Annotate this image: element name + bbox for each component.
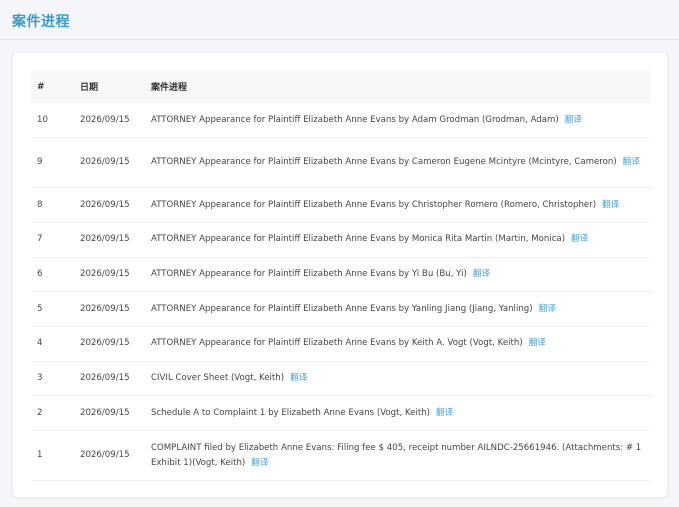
row-desc: ATTORNEY Appearance for Plaintiff Elizab… <box>145 291 651 327</box>
row-desc-text: ATTORNEY Appearance for Plaintiff Elizab… <box>151 338 523 349</box>
row-date: 2026/09/15 <box>74 222 145 258</box>
row-desc: ATTORNEY Appearance for Plaintiff Elizab… <box>145 187 651 223</box>
row-date: 2026/09/15 <box>74 137 145 189</box>
translate-link[interactable]: 翻译 <box>571 234 588 244</box>
row-num: 10 <box>31 103 74 139</box>
table-row: 9 2026/09/15 ATTORNEY Appearance for Pla… <box>31 137 651 189</box>
table-row: 3 2026/09/15 CIVIL Cover Sheet (Vogt, Ke… <box>31 361 651 397</box>
row-date: 2026/09/15 <box>74 103 145 139</box>
row-num: 3 <box>31 361 74 397</box>
row-desc: CIVIL Cover Sheet (Vogt, Keith) 翻译 <box>145 361 651 397</box>
row-num: 2 <box>31 395 74 431</box>
row-desc-text: COMPLAINT filed by Elizabeth Anne Evans:… <box>151 442 642 468</box>
row-num: 4 <box>31 326 74 362</box>
row-desc: COMPLAINT filed by Elizabeth Anne Evans:… <box>145 430 651 481</box>
row-num: 9 <box>31 137 74 189</box>
row-desc-text: ATTORNEY Appearance for Plaintiff Elizab… <box>151 268 467 279</box>
table-row: 6 2026/09/15 ATTORNEY Appearance for Pla… <box>31 257 651 293</box>
row-num: 5 <box>31 291 74 327</box>
row-date: 2026/09/15 <box>74 395 145 431</box>
translate-link[interactable]: 翻译 <box>623 157 640 167</box>
table-row: 2 2026/09/15 Schedule A to Complaint 1 b… <box>31 395 651 431</box>
translate-link[interactable]: 翻译 <box>473 269 490 279</box>
translate-link[interactable]: 翻译 <box>436 408 453 418</box>
translate-link[interactable]: 翻译 <box>539 304 556 314</box>
translate-link[interactable]: 翻译 <box>290 373 307 383</box>
row-desc: Schedule A to Complaint 1 by Elizabeth A… <box>145 395 651 431</box>
row-desc-text: ATTORNEY Appearance for Plaintiff Elizab… <box>151 303 533 314</box>
translate-link[interactable]: 翻译 <box>565 115 582 125</box>
case-progress-card: # 日期 案件进程 10 2026/09/15 ATTORNEY Appeara… <box>12 52 668 498</box>
row-date: 2026/09/15 <box>74 326 145 362</box>
row-num: 7 <box>31 222 74 258</box>
header-num: # <box>37 81 45 92</box>
row-desc: ATTORNEY Appearance for Plaintiff Elizab… <box>145 222 651 258</box>
table-row: 7 2026/09/15 ATTORNEY Appearance for Pla… <box>31 222 651 258</box>
table-row: 1 2026/09/15 COMPLAINT filed by Elizabet… <box>31 430 651 481</box>
row-date: 2026/09/15 <box>74 361 145 397</box>
table-header-row: # 日期 案件进程 <box>31 70 651 103</box>
row-desc-text: ATTORNEY Appearance for Plaintiff Elizab… <box>151 114 559 125</box>
table-row: 4 2026/09/15 ATTORNEY Appearance for Pla… <box>31 326 651 362</box>
row-desc: ATTORNEY Appearance for Plaintiff Elizab… <box>145 326 651 362</box>
table-row: 10 2026/09/15 ATTORNEY Appearance for Pl… <box>31 103 651 139</box>
row-date: 2026/09/15 <box>74 187 145 223</box>
row-desc-text: ATTORNEY Appearance for Plaintiff Elizab… <box>151 199 597 210</box>
row-desc-text: ATTORNEY Appearance for Plaintiff Elizab… <box>151 157 617 168</box>
row-desc: ATTORNEY Appearance for Plaintiff Elizab… <box>145 257 651 293</box>
row-desc-text: ATTORNEY Appearance for Plaintiff Elizab… <box>151 234 566 245</box>
page-header: 案件进程 <box>0 0 679 40</box>
row-desc: ATTORNEY Appearance for Plaintiff Elizab… <box>145 103 651 139</box>
row-num: 8 <box>31 187 74 223</box>
row-desc: ATTORNEY Appearance for Plaintiff Elizab… <box>145 137 651 189</box>
row-num: 1 <box>31 430 74 481</box>
row-date: 2026/09/15 <box>74 257 145 293</box>
table-row: 8 2026/09/15 ATTORNEY Appearance for Pla… <box>31 187 651 223</box>
table-row: 5 2026/09/15 ATTORNEY Appearance for Pla… <box>31 291 651 327</box>
row-desc-text: CIVIL Cover Sheet (Vogt, Keith) <box>151 372 285 383</box>
case-progress-table: # 日期 案件进程 10 2026/09/15 ATTORNEY Appeara… <box>31 70 651 481</box>
header-date: 日期 <box>80 83 99 93</box>
page-title: 案件进程 <box>12 14 70 30</box>
translate-link[interactable]: 翻译 <box>251 458 268 468</box>
translate-link[interactable]: 翻译 <box>529 338 546 348</box>
translate-link[interactable]: 翻译 <box>602 200 619 210</box>
row-date: 2026/09/15 <box>74 291 145 327</box>
row-desc-text: Schedule A to Complaint 1 by Elizabeth A… <box>151 407 430 418</box>
row-date: 2026/09/15 <box>74 430 145 481</box>
row-num: 6 <box>31 257 74 293</box>
header-desc: 案件进程 <box>151 83 188 93</box>
